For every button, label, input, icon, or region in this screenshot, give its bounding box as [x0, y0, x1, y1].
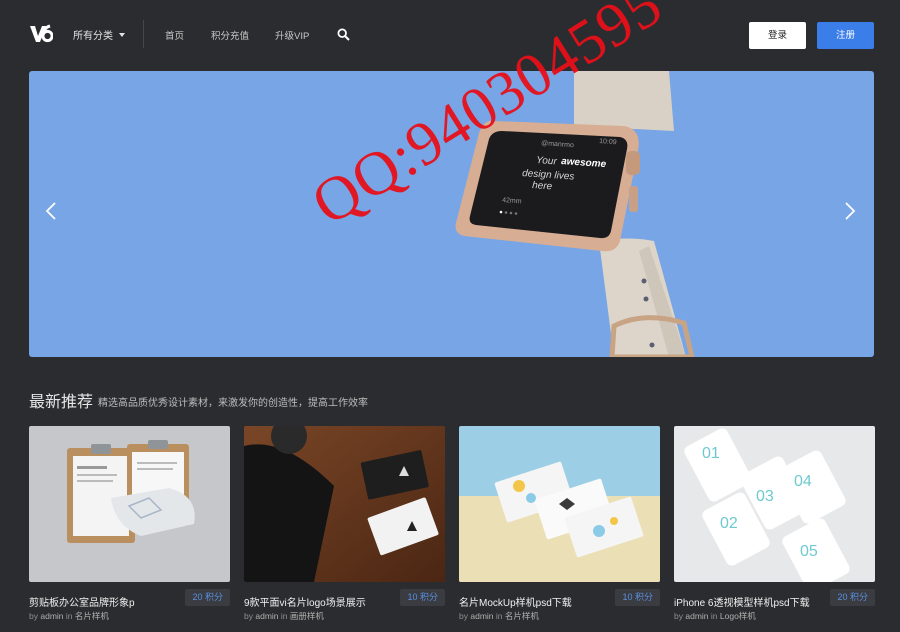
watch-size-text: 42mm — [502, 197, 522, 205]
nav-divider — [143, 20, 144, 48]
category-link[interactable]: Logo样机 — [720, 611, 756, 621]
meta-in: in — [495, 611, 503, 621]
resource-card[interactable]: 名片MockUp样机psd下载 10 积分 by admin in 名片样机 — [459, 426, 660, 632]
resource-card[interactable]: 剪贴板办公室品牌形象p 20 积分 by admin in 名片样机 — [29, 426, 230, 632]
chevron-down-icon — [119, 32, 125, 37]
author-link[interactable]: admin — [255, 611, 278, 621]
points-badge: 10 积分 — [400, 589, 445, 606]
meta-in: in — [65, 611, 73, 621]
section-title: 最新推荐 — [29, 394, 94, 411]
iphone-perspective-mockup-image: 01 03 04 02 05 — [674, 426, 875, 582]
svg-text:05: 05 — [800, 543, 818, 560]
category-link[interactable]: 名片样机 — [75, 611, 109, 621]
card-title[interactable]: 9款平面vi名片logo场景展示 — [244, 594, 366, 609]
site-logo[interactable] — [29, 22, 53, 44]
points-badge: 10 积分 — [615, 589, 660, 606]
card-title[interactable]: iPhone 6透视模型样机psd下载 — [674, 594, 810, 609]
card-thumbnail[interactable] — [244, 426, 445, 582]
hero-banner[interactable]: @manrmo 10:09 Your awesome design lives … — [29, 71, 874, 357]
prev-slide-icon[interactable] — [44, 201, 58, 221]
nav-upgrade-vip[interactable]: 升级VIP — [275, 28, 309, 42]
points-badge: 20 积分 — [185, 589, 230, 606]
resource-card[interactable]: 9款平面vi名片logo场景展示 10 积分 by admin in 画册样机 — [244, 426, 445, 632]
svg-text:02: 02 — [720, 515, 738, 532]
namecard-mockup-image — [459, 426, 660, 582]
svg-text:03: 03 — [756, 488, 774, 505]
card-thumbnail[interactable]: 01 03 04 02 05 — [674, 426, 875, 582]
card-thumbnail[interactable] — [29, 426, 230, 582]
top-header: 所有分类 首页 积分充值 升级VIP 登录 注册 — [0, 0, 900, 70]
nav-points-recharge[interactable]: 积分充值 — [211, 28, 249, 42]
next-slide-icon[interactable] — [843, 201, 857, 221]
category-dropdown-label: 所有分类 — [73, 31, 113, 42]
card-title[interactable]: 剪贴板办公室品牌形象p — [29, 594, 135, 609]
svg-text:01: 01 — [702, 445, 720, 462]
watch-time-text: 10:09 — [599, 138, 617, 146]
section-subtitle: 精选高品质优秀设计素材，来激发你的创造性，提高工作效率 — [98, 398, 368, 409]
author-link[interactable]: admin — [40, 611, 63, 621]
resource-card[interactable]: 01 03 04 02 05 iPhone 6透视模型样机psd下载 20 积分… — [674, 426, 875, 632]
card-meta: by admin in 名片样机 — [459, 610, 539, 622]
login-button[interactable]: 登录 — [749, 22, 806, 49]
author-link[interactable]: admin — [685, 611, 708, 621]
meta-by: by — [29, 611, 38, 621]
meta-by: by — [459, 611, 468, 621]
nav-home[interactable]: 首页 — [165, 28, 184, 42]
card-meta: by admin in Logo样机 — [674, 610, 756, 622]
category-link[interactable]: 名片样机 — [505, 611, 539, 621]
watch-image: @manrmo 10:09 Your awesome design lives … — [455, 71, 695, 357]
category-dropdown[interactable]: 所有分类 — [73, 27, 125, 42]
meta-in: in — [710, 611, 718, 621]
watch-text-here: here — [532, 180, 553, 192]
meta-in: in — [280, 611, 288, 621]
card-title[interactable]: 名片MockUp样机psd下载 — [459, 594, 572, 609]
meta-by: by — [674, 611, 683, 621]
meta-by: by — [244, 611, 253, 621]
business-card-scene-image — [244, 426, 445, 582]
search-icon[interactable] — [337, 28, 350, 41]
card-meta: by admin in 画册样机 — [244, 610, 324, 622]
author-link[interactable]: admin — [470, 611, 493, 621]
category-link[interactable]: 画册样机 — [290, 611, 324, 621]
svg-text:04: 04 — [794, 473, 812, 490]
card-meta: by admin in 名片样机 — [29, 610, 109, 622]
watch-text-your: Your — [536, 155, 558, 167]
register-button[interactable]: 注册 — [817, 22, 874, 49]
points-badge: 20 积分 — [830, 589, 875, 606]
clipboard-mockup-image — [29, 426, 230, 582]
card-thumbnail[interactable] — [459, 426, 660, 582]
